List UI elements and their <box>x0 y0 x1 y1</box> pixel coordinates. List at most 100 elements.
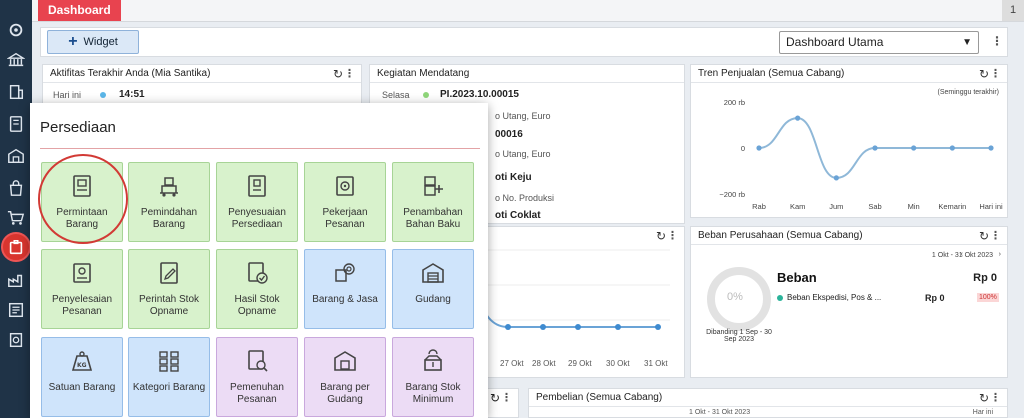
activity-panel-header: Aktifitas Terakhir Anda (Mia Santika) ↻ … <box>43 65 361 83</box>
inventory-icon[interactable] <box>6 237 26 257</box>
expense-range: 1 Okt - 31 Okt 2023 <box>931 252 993 259</box>
refresh-icon[interactable]: ↻ <box>656 227 666 245</box>
dashboard-select-value: Dashboard Utama <box>786 35 884 49</box>
tile-barang-stok-minimum[interactable]: Barang Stok Minimum <box>392 337 474 417</box>
tile-hasil-stok-opname[interactable]: Hasil Stok Opname <box>216 249 298 329</box>
refresh-icon[interactable]: ↻ <box>979 65 989 83</box>
timeline-dot-icon <box>100 92 106 98</box>
expense-next-icon[interactable]: › <box>999 251 1001 258</box>
tile-label: Barang per Gudang <box>320 382 370 405</box>
x-tick-label: Jum <box>829 202 843 211</box>
purchases-title: Pembelian (Semua Cabang) <box>536 392 663 403</box>
tile-label: Penambahan Bahan Baku <box>403 207 463 230</box>
tile-pemindahan-barang[interactable]: Pemindahan Barang <box>128 162 210 242</box>
settings-icon[interactable] <box>6 20 26 40</box>
goods-services-icon <box>335 263 355 282</box>
upcoming-code: PI.2023.10.00015 <box>440 89 519 100</box>
chevron-down-icon: ▼ <box>962 37 972 48</box>
category-grid-icon <box>159 351 179 372</box>
tile-perintah-stok-opname[interactable]: Perintah Stok Opname <box>128 249 210 329</box>
tile-barang-per-gudang[interactable]: Barang per Gudang <box>304 337 386 417</box>
svg-text:KG: KG <box>77 362 87 369</box>
panel-menu-icon[interactable]: ⋮ <box>990 227 1001 245</box>
highlight-circle <box>38 154 128 244</box>
chart-point <box>615 324 621 330</box>
x-tick-label: Kam <box>790 202 805 211</box>
work-order-icon <box>336 176 354 196</box>
add-material-icon <box>424 176 443 196</box>
y-tick-label: −200 rb <box>719 190 745 199</box>
shopping-bag-icon[interactable] <box>6 178 26 198</box>
panel-menu-icon[interactable]: ⋮ <box>667 227 678 245</box>
top-right-button[interactable]: 1 <box>1002 0 1024 21</box>
tile-label: Penyesuaian Persediaan <box>228 207 286 230</box>
upcoming-line: oti Keju <box>495 172 532 183</box>
factory-icon[interactable] <box>6 270 26 290</box>
x-tick-label: Kemarin <box>938 202 966 211</box>
activity-title: Aktifitas Terakhir Anda (Mia Santika) <box>50 68 211 79</box>
tile-label: Penyelesaian Pesanan <box>51 294 113 317</box>
expense-item-value: Rp 0 <box>925 293 945 303</box>
refresh-icon[interactable]: ↻ <box>490 391 500 405</box>
x-tick-label: 27 Okt <box>500 359 524 368</box>
dashboard-select[interactable]: Dashboard Utama ▼ <box>779 31 979 54</box>
tile-gudang[interactable]: Gudang <box>392 249 474 329</box>
x-tick-label: 31 Okt <box>644 359 668 368</box>
tile-penyesuaian-persediaan[interactable]: Penyesuaian Persediaan <box>216 162 298 242</box>
tile-label: Satuan Barang <box>48 382 116 393</box>
sales-point <box>911 145 917 151</box>
tile-penyelesaian-pesanan[interactable]: Penyelesaian Pesanan <box>41 249 123 329</box>
menu-title: Persediaan <box>40 119 116 136</box>
panel-menu-icon[interactable]: ⋮ <box>501 391 512 404</box>
tile-penambahan-bahan-baku[interactable]: Penambahan Bahan Baku <box>392 162 474 242</box>
top-bar: Dashboard 1 <box>32 0 1024 22</box>
purchases-panel: Pembelian (Semua Cabang) ↻ ⋮ 1 Okt - 31 … <box>528 388 1008 418</box>
bank-icon[interactable] <box>6 50 26 70</box>
refresh-icon[interactable]: ↻ <box>979 227 989 245</box>
x-tick-label: Min <box>908 202 920 211</box>
expense-heading: Beban <box>777 270 817 285</box>
tile-barang-jasa[interactable]: Barang & Jasa <box>304 249 386 329</box>
panel-menu-icon[interactable]: ⋮ <box>990 65 1001 83</box>
panel-menu-icon[interactable]: ⋮ <box>990 389 1001 407</box>
activity-day: Hari ini <box>53 90 82 100</box>
tile-pemenuhan-pesanan[interactable]: Pemenuhan Pesanan <box>216 337 298 417</box>
purchases-range-right: Har ini <box>972 409 993 416</box>
toolbar-menu-icon[interactable]: ⋮ <box>991 34 1003 48</box>
tile-label: Barang Stok Minimum <box>405 382 461 405</box>
panel-menu-icon[interactable]: ⋮ <box>344 65 355 83</box>
purchases-range: 1 Okt - 31 Okt 2023 <box>689 409 751 416</box>
upcoming-line: o Utang, Euro <box>495 111 551 121</box>
cart-icon[interactable] <box>6 208 26 228</box>
widget-label: Widget <box>83 36 118 48</box>
tile-kategori-barang[interactable]: Kategori Barang <box>128 337 210 417</box>
activity-time: 14:51 <box>119 89 145 100</box>
tile-label: Pemindahan Barang <box>140 207 198 230</box>
tile-label: Hasil Stok Opname <box>234 294 280 317</box>
upcoming-status: Selasa <box>382 90 410 100</box>
expense-panel: Beban Perusahaan (Semua Cabang) ↻ ⋮ ‹ 1 … <box>690 226 1008 378</box>
report-icon[interactable] <box>6 300 26 320</box>
tile-pekerjaan-pesanan[interactable]: Pekerjaan Pesanan <box>304 162 386 242</box>
order-complete-icon <box>73 263 91 283</box>
refresh-icon[interactable]: ↻ <box>333 65 343 83</box>
x-tick-label: 28 Okt <box>532 359 556 368</box>
tile-satuan-barang[interactable]: KG Satuan Barang <box>41 337 123 417</box>
upcoming-line: 00016 <box>495 129 523 140</box>
x-tick-label: Rab <box>752 202 766 211</box>
building-icon[interactable] <box>6 82 26 102</box>
add-widget-button[interactable]: + Widget <box>47 30 139 54</box>
x-tick-label: Hari ini <box>979 202 1003 211</box>
upcoming-line: o No. Produksi <box>495 193 555 203</box>
document-icon[interactable] <box>6 330 26 350</box>
expense-title: Beban Perusahaan (Semua Cabang) <box>698 230 863 241</box>
tile-label: Kategori Barang <box>132 382 206 393</box>
upcoming-line: oti Coklat <box>495 210 541 221</box>
book-icon[interactable] <box>6 114 26 134</box>
refresh-icon[interactable]: ↻ <box>979 389 989 407</box>
chart-point <box>505 324 511 330</box>
warehouse-icon[interactable] <box>6 146 26 166</box>
expense-compare: Dibanding 1 Sep - 30 Sep 2023 <box>706 329 772 343</box>
tab-dashboard[interactable]: Dashboard <box>38 0 121 21</box>
sales-trend-panel: Tren Penjualan (Semua Cabang) ↻ ⋮ (Semin… <box>690 64 1008 218</box>
